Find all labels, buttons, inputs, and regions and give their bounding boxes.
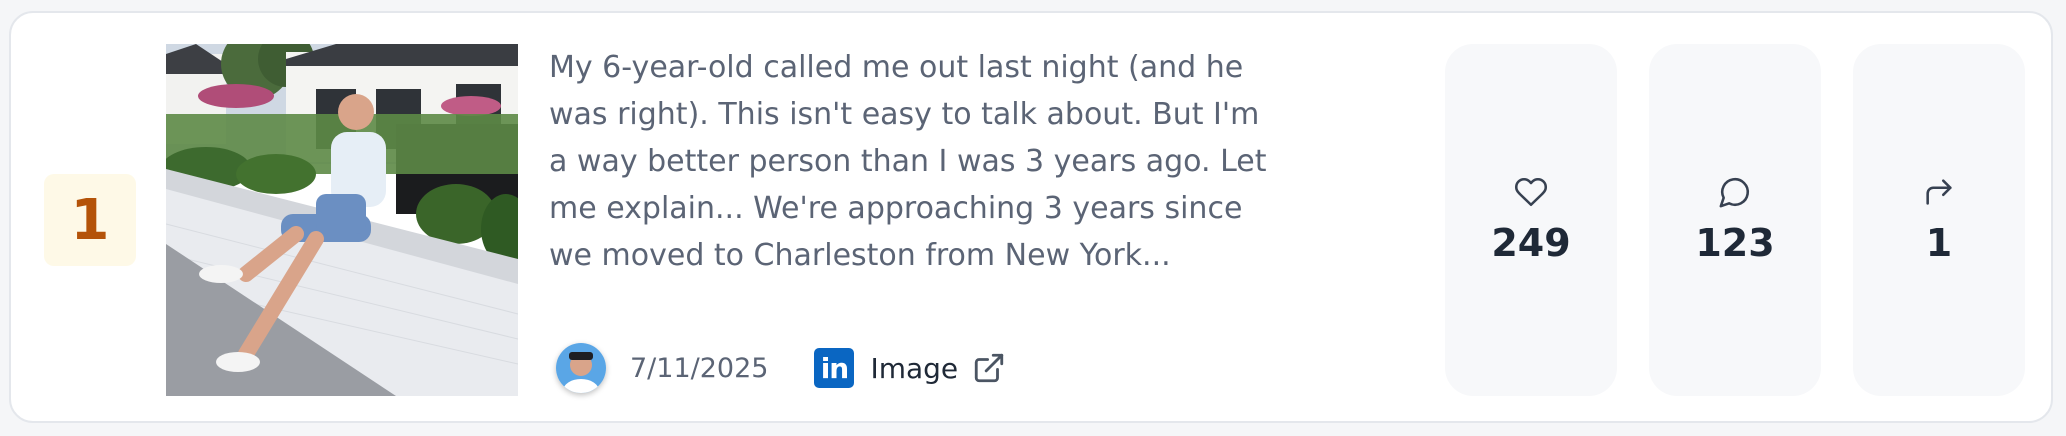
share-icon [1926, 179, 1952, 205]
post-date: 7/11/2025 [630, 352, 769, 384]
avatar[interactable] [556, 343, 606, 393]
heart-icon [1514, 177, 1548, 207]
likes-stat: 249 [1445, 44, 1617, 396]
rank-badge: 1 [44, 174, 136, 266]
shares-count: 1 [1925, 221, 1953, 265]
comments-stat: 123 [1649, 44, 1821, 396]
post-excerpt: My 6-year-old called me out last night (… [549, 50, 1267, 273]
comments-count: 123 [1695, 221, 1775, 265]
linkedin-icon: in [814, 348, 855, 388]
post-thumbnail[interactable] [166, 44, 518, 396]
post-image [166, 44, 518, 396]
source-label: Image [870, 351, 959, 385]
external-link-icon [974, 353, 1004, 383]
likes-count: 249 [1491, 221, 1571, 265]
avatar-image [556, 343, 606, 393]
comment-icon [1719, 177, 1750, 208]
post-meta: 7/11/2025 in Image [556, 338, 1006, 398]
rank-number: 1 [70, 187, 110, 253]
source-link[interactable]: in Image [814, 348, 1006, 388]
post-card[interactable]: 1 My 6-year-old called me out last night… [9, 11, 2053, 423]
shares-stat: 1 [1853, 44, 2025, 396]
